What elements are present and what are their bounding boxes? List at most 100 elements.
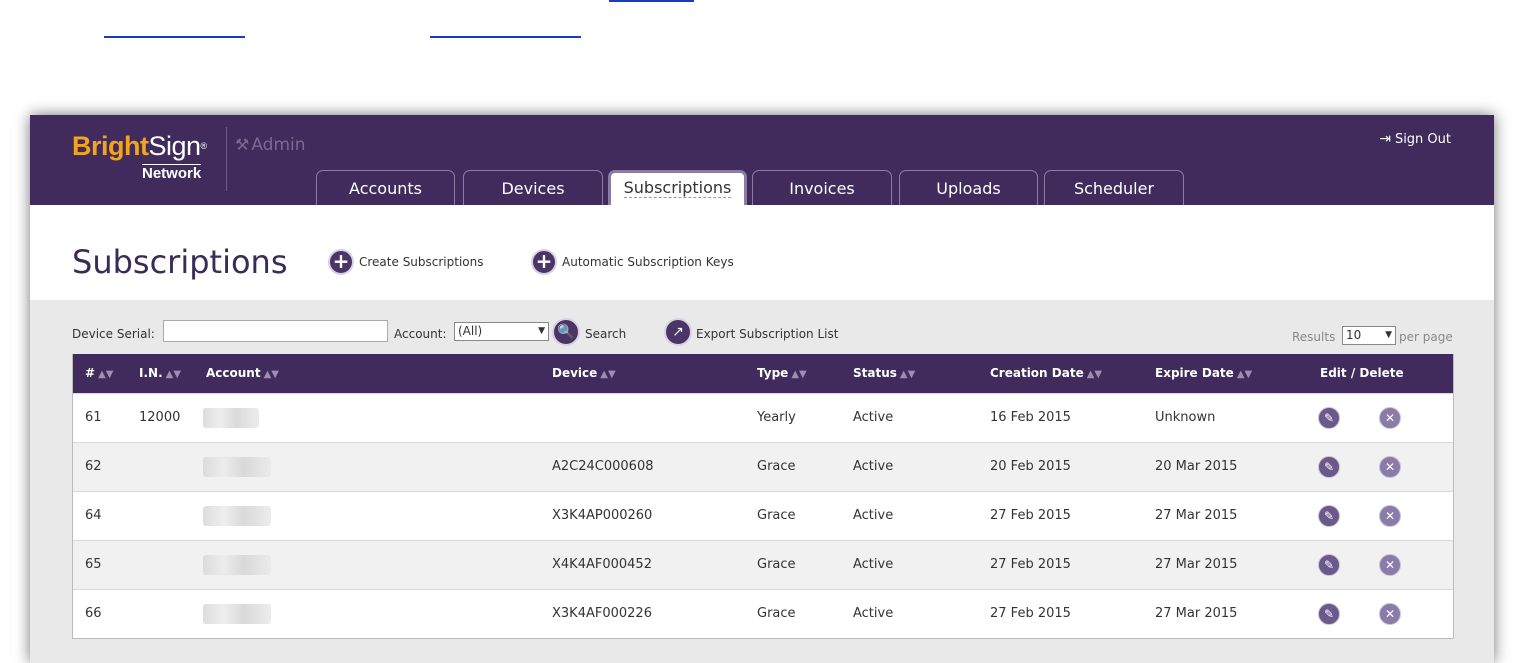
tab-accounts[interactable]: Accounts [316,170,455,205]
cell-device: X4K4AF000452 [552,557,652,572]
column-header-number[interactable]: # ▲▼ [85,354,113,394]
logo-text-sign: Sign [148,131,201,161]
subscriptions-table: # ▲▼ I.N. ▲▼ Account ▲▼ Device ▲▼ Type ▲▼ Sta… [72,354,1454,639]
redacted-account [203,506,271,526]
edit-icon[interactable]: ✎ [1318,603,1340,625]
sort-icon: ▲▼ [600,369,616,380]
cell-number: 65 [85,557,102,572]
column-header-account[interactable]: Account ▲▼ [206,354,279,394]
column-header-status[interactable]: Status ▲▼ [853,354,915,394]
logo-divider [226,127,227,191]
brightsign-logo[interactable]: BrightSign® Network [72,131,208,182]
sign-out-link[interactable]: ⇥ Sign Out [1379,131,1451,147]
search-icon[interactable]: 🔍 [552,318,580,346]
tab-scheduler[interactable]: Scheduler [1044,170,1184,205]
sort-icon: ▲▼ [1086,369,1103,380]
cell-creation-date: 20 Feb 2015 [990,459,1071,474]
cell-number: 66 [85,606,102,621]
export-subscription-list-button[interactable]: Export Subscription List [696,327,838,341]
create-subscriptions-button[interactable]: + Create Subscriptions [328,249,484,275]
tab-uploads[interactable]: Uploads [899,170,1038,205]
app-window: BrightSign® Network ⚒ Admin ⇥ Sign Out Acc… [30,115,1494,663]
tab-devices[interactable]: Devices [463,170,603,205]
sort-icon: ▲▼ [899,369,916,380]
top-navigation-bar: BrightSign® Network ⚒ Admin ⇥ Sign Out Acc… [30,115,1494,205]
table-row[interactable]: 61 12000 Yearly Active 16 Feb 2015 Unkno… [73,393,1453,442]
tab-subscriptions[interactable]: Subscriptions [608,170,747,205]
column-header-creation-date[interactable]: Creation Date ▲▼ [990,354,1102,394]
search-button[interactable]: Search [585,327,626,341]
cell-type: Grace [757,606,796,621]
automatic-subscription-keys-button[interactable]: + Automatic Subscription Keys [531,249,734,275]
column-header-edit-delete: Edit / Delete [1320,366,1404,380]
cell-device: X3K4AF000226 [552,606,652,621]
device-serial-input[interactable] [163,320,388,342]
cell-expire-date: Unknown [1155,410,1216,425]
delete-icon[interactable]: ✕ [1379,456,1401,478]
edit-icon[interactable]: ✎ [1318,456,1340,478]
edit-icon[interactable]: ✎ [1318,407,1340,429]
admin-text: Admin [251,135,306,155]
column-header-device[interactable]: Device ▲▼ [552,354,616,394]
edit-icon[interactable]: ✎ [1318,554,1340,576]
cell-creation-date: 16 Feb 2015 [990,410,1071,425]
cell-status: Active [853,508,894,523]
table-row[interactable]: 66 X3K4AF000226 Grace Active 27 Feb 2015… [73,589,1453,638]
redacted-account [203,408,259,428]
export-icon[interactable]: ↗ [664,318,692,346]
delete-icon[interactable]: ✕ [1379,554,1401,576]
admin-label: ⚒ Admin [235,135,306,155]
table-row[interactable]: 65 X4K4AF000452 Grace Active 27 Feb 2015… [73,540,1453,589]
cell-type: Grace [757,557,796,572]
table-row[interactable]: 62 A2C24C000608 Grace Active 20 Feb 2015… [73,442,1453,491]
sort-icon: ▲▼ [1236,369,1253,380]
sort-icon: ▲▼ [165,369,182,380]
table-header: # ▲▼ I.N. ▲▼ Account ▲▼ Device ▲▼ Type ▲▼ Sta… [73,354,1453,393]
results-label: Results [1292,330,1336,344]
column-header-expire-date[interactable]: Expire Date ▲▼ [1155,354,1252,394]
cell-creation-date: 27 Feb 2015 [990,508,1071,523]
plus-icon: + [531,249,557,275]
cell-status: Active [853,410,894,425]
logo-subtitle: Network [142,164,202,182]
column-header-in[interactable]: I.N. ▲▼ [139,354,181,394]
redacted-account [203,457,271,477]
sign-out-text: Sign Out [1394,132,1451,147]
top-link-underline[interactable] [430,36,581,38]
table-row[interactable]: 64 X3K4AP000260 Grace Active 27 Feb 2015… [73,491,1453,540]
cell-status: Active [853,606,894,621]
cell-type: Yearly [757,410,796,425]
top-link-underline[interactable] [609,0,694,2]
cell-device: X3K4AP000260 [552,508,653,523]
redacted-account [203,604,271,624]
tab-invoices[interactable]: Invoices [752,170,892,205]
cell-type: Grace [757,508,796,523]
cell-expire-date: 20 Mar 2015 [1155,459,1238,474]
cell-in: 12000 [139,410,181,425]
cell-status: Active [853,459,894,474]
cell-creation-date: 27 Feb 2015 [990,606,1071,621]
device-serial-label: Device Serial: [72,327,155,341]
logo-text-bright: Bright [72,131,149,161]
account-select[interactable]: (All) ▼ [454,322,549,341]
results-per-page-select[interactable]: 10 ▼ [1342,326,1396,345]
delete-icon[interactable]: ✕ [1379,407,1401,429]
trademark-mark: ® [200,141,208,151]
top-link-underline[interactable] [104,36,245,38]
cell-expire-date: 27 Mar 2015 [1155,508,1238,523]
edit-icon[interactable]: ✎ [1318,505,1340,527]
delete-icon[interactable]: ✕ [1379,603,1401,625]
sort-icon: ▲▼ [98,369,114,380]
sort-icon: ▲▼ [263,369,279,380]
cell-type: Grace [757,459,796,474]
plus-icon: + [328,249,354,275]
delete-icon[interactable]: ✕ [1379,505,1401,527]
column-header-type[interactable]: Type ▲▼ [757,354,807,394]
chevron-down-icon: ▼ [538,326,545,336]
cell-expire-date: 27 Mar 2015 [1155,557,1238,572]
per-page-label: per page [1399,330,1453,344]
cell-status: Active [853,557,894,572]
chevron-down-icon: ▼ [1385,330,1392,340]
cell-number: 64 [85,508,102,523]
cell-device: A2C24C000608 [552,459,654,474]
